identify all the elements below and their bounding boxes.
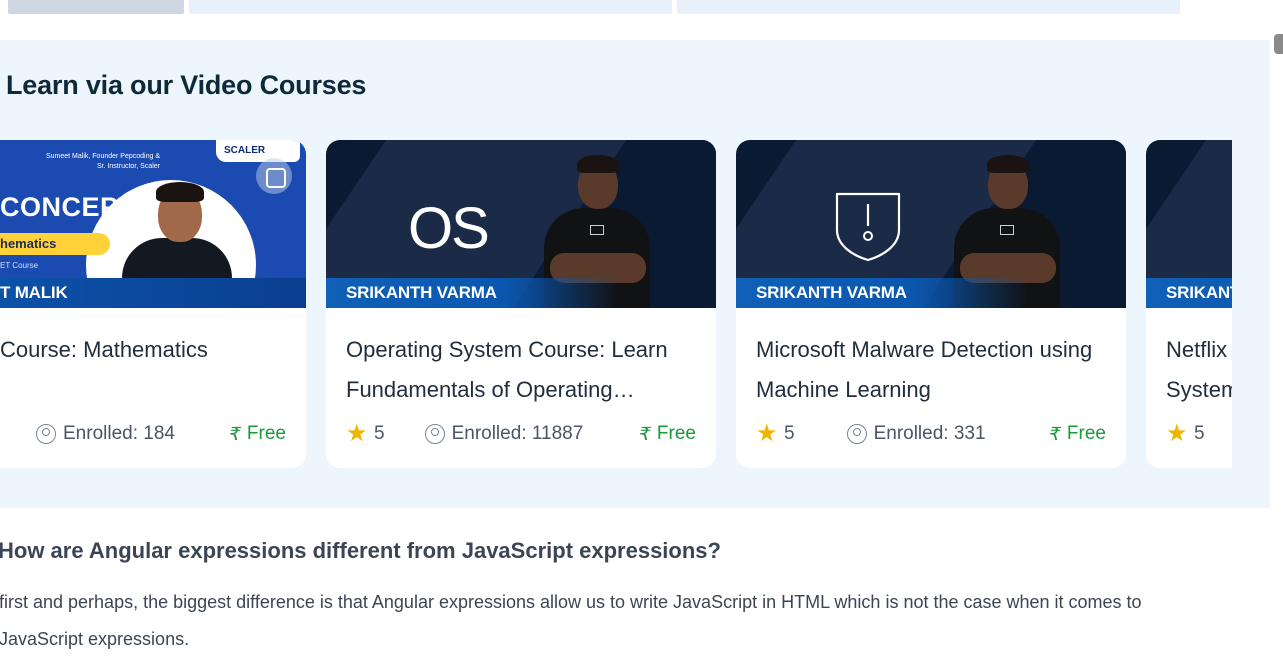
- course-card-operating-system[interactable]: OS SRIKANTH VARMA Operating System Cours…: [326, 140, 716, 468]
- article-paragraph: first and perhaps, the biggest differenc…: [0, 592, 1142, 649]
- instructor-name: SRIKANTH VARMA: [756, 283, 907, 302]
- top-tab-1[interactable]: [8, 0, 184, 14]
- rating-value: 5: [1194, 423, 1205, 444]
- course-thumbnail: SRIKANTH VARMA: [736, 140, 1126, 308]
- scaler-logo-text: SCALER: [224, 145, 266, 156]
- instructor-name-bar: SRIKANTH VARMA: [326, 278, 716, 308]
- thumbnail-small-text: ET Course: [0, 261, 39, 270]
- course-thumbnail: OS SRIKANTH VARMA: [326, 140, 716, 308]
- enrolled-text: Enrolled: 184: [63, 423, 175, 444]
- price-text: Free: [1066, 423, 1106, 444]
- course-meta: ★ 5 Enrolled: 331 ₹ Free: [756, 422, 1106, 446]
- enrolled-icon: [424, 424, 445, 444]
- price-badge: ₹ Free: [637, 423, 696, 445]
- price-text: Free: [656, 423, 696, 444]
- star-icon: ★: [756, 420, 778, 447]
- rupee-icon: ₹: [1047, 423, 1059, 444]
- enrolled-text: Enrolled: 11887: [451, 423, 584, 444]
- enrolled-text: Enrolled: 331: [873, 423, 986, 444]
- enrolled-count: Enrolled: 184: [36, 423, 175, 445]
- star-icon: ★: [346, 420, 368, 447]
- course-card-mathematics[interactable]: Sumeet Malik, Founder Pepcoding & Sr. In…: [0, 140, 306, 468]
- instructor-name: SRIKANT: [1166, 283, 1232, 302]
- instructor-name-bar: SRIKANTH VARMA: [736, 278, 1126, 308]
- thumbnail-headline: CONCEPTS: [0, 192, 155, 222]
- courses-carousel: Sumeet Malik, Founder Pepcoding & Sr. In…: [0, 140, 1232, 470]
- rupee-icon: ₹: [637, 423, 649, 444]
- article-heading: How are Angular expressions different fr…: [0, 538, 721, 563]
- thumbnail-subject-text: hematics: [0, 236, 57, 251]
- enrolled-count: Enrolled: 11887: [424, 423, 584, 445]
- enrolled-icon: [846, 424, 867, 444]
- course-card-netflix[interactable]: SRIKANT Netflix System ★ 5: [1146, 140, 1232, 468]
- course-title[interactable]: Operating System Course: Learn Fundament…: [346, 330, 698, 410]
- course-title[interactable]: Course: Mathematics: [0, 330, 288, 410]
- top-tab-strip: [0, 0, 1283, 16]
- rating-value: 5: [374, 423, 385, 444]
- price-badge: ₹ Free: [227, 423, 286, 445]
- video-courses-section: Learn via our Video Courses Sumeet Malik…: [0, 40, 1270, 508]
- course-meta: ★ 5: [1166, 422, 1232, 446]
- price-text: Free: [246, 423, 286, 444]
- top-tab-2[interactable]: [189, 0, 672, 14]
- course-meta: ★ 5 Enrolled: 11887 ₹ Free: [346, 422, 696, 446]
- course-credit-text: Sumeet Malik, Founder Pepcoding & Sr. In…: [45, 153, 160, 170]
- enrolled-count: Enrolled: 331: [846, 423, 986, 445]
- scaler-logo: SCALER: [216, 140, 300, 162]
- rupee-icon: ₹: [227, 423, 239, 444]
- page-scrollbar[interactable]: [1270, 0, 1283, 658]
- rating-value: 5: [784, 423, 795, 444]
- instructor-name: T MALIK: [0, 283, 68, 302]
- course-thumbnail: SRIKANT: [1146, 140, 1232, 308]
- course-title[interactable]: Microsoft Malware Detection using Machin…: [756, 330, 1108, 410]
- star-icon: ★: [1166, 420, 1188, 447]
- course-card-malware-detection[interactable]: SRIKANTH VARMA Microsoft Malware Detecti…: [736, 140, 1126, 468]
- course-meta: Enrolled: 184 ₹ Free: [36, 422, 286, 446]
- scan-icon[interactable]: [256, 158, 292, 194]
- section-title: Learn via our Video Courses: [6, 70, 367, 100]
- price-badge: ₹ Free: [1047, 423, 1106, 445]
- scrollbar-thumb[interactable]: [1274, 34, 1283, 54]
- instructor-name-bar: T MALIK: [0, 278, 306, 308]
- shield-alert-icon: [835, 192, 901, 262]
- enrolled-icon: [36, 424, 56, 444]
- thumbnail-subject-pill: hematics: [0, 233, 110, 255]
- course-title[interactable]: Netflix System: [1166, 330, 1232, 410]
- course-thumbnail: Sumeet Malik, Founder Pepcoding & Sr. In…: [0, 140, 306, 308]
- thumbnail-headline: OS: [408, 196, 490, 261]
- instructor-name: SRIKANTH VARMA: [346, 283, 497, 302]
- instructor-name-bar: SRIKANT: [1146, 278, 1232, 308]
- top-tab-3[interactable]: [677, 0, 1180, 14]
